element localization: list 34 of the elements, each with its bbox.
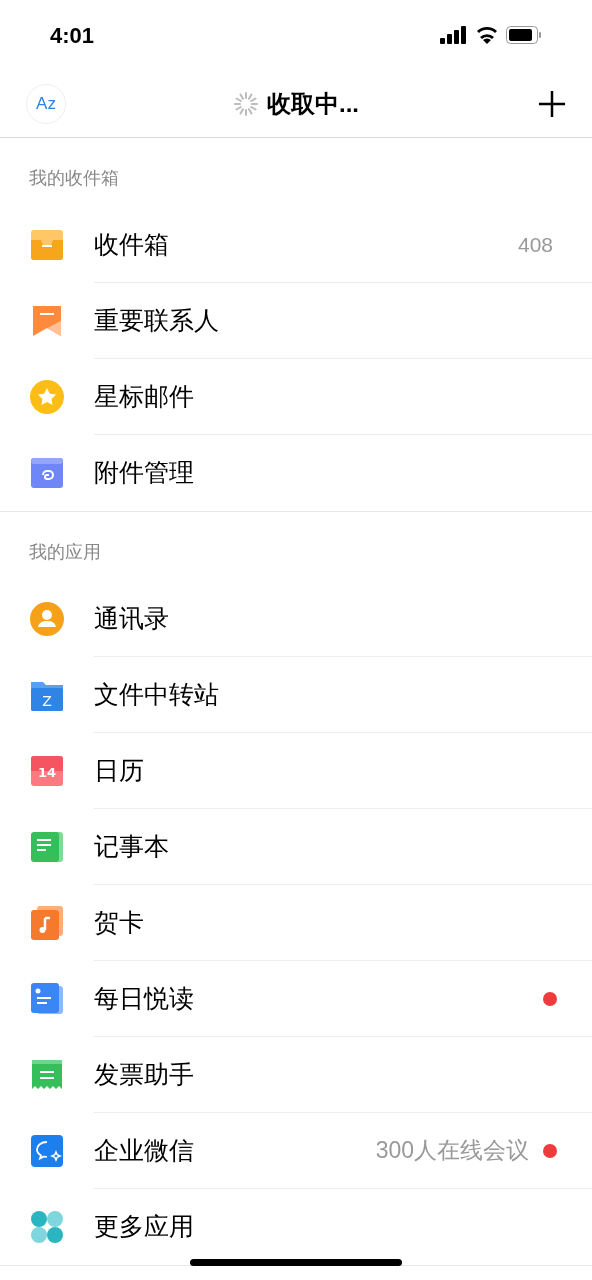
folder-letter: Z: [42, 693, 52, 709]
menu-item-label[interactable]: 星标邮件: [94, 377, 556, 416]
menu-item-label[interactable]: 更多应用: [94, 1208, 556, 1246]
menu-item-label[interactable]: 每日悦读: [94, 979, 543, 1018]
battery-icon: [506, 26, 542, 44]
nav-title: 收取中...: [267, 88, 359, 119]
item-note: 300人在线会议: [375, 1136, 529, 1166]
inbox-tray-icon: [29, 227, 65, 263]
item-count: 408: [517, 231, 553, 258]
status-time: 4:01: [50, 21, 95, 50]
menu-item-label[interactable]: 收件箱: [94, 225, 518, 264]
menu-item-label[interactable]: 企业微信: [94, 1131, 376, 1170]
section-heading: 我的应用: [29, 541, 101, 564]
document-icon: [29, 981, 65, 1017]
loading-spinner-icon: [233, 90, 259, 117]
chat-bubble-icon: [29, 1133, 65, 1169]
menu-item-label[interactable]: 记事本: [94, 827, 556, 866]
four-circles-icon: [29, 1209, 65, 1245]
menu-item-label[interactable]: 文件中转站: [94, 675, 556, 714]
menu-item-label[interactable]: 发票助手: [94, 1055, 556, 1094]
notepad-icon: [29, 829, 65, 865]
menu-item-label[interactable]: 附件管理: [94, 454, 556, 492]
section-heading: 我的收件箱: [29, 167, 119, 190]
plus-icon[interactable]: [538, 89, 566, 118]
menu-item-label[interactable]: 重要联系人: [94, 301, 556, 340]
person-icon: [29, 601, 65, 637]
signal-icon: [440, 26, 468, 44]
paperclip-icon: [29, 455, 65, 491]
calendar-day: 14: [37, 765, 57, 780]
menu-item-label[interactable]: 通讯录: [94, 599, 556, 638]
menu-item-label[interactable]: 日历: [94, 751, 556, 790]
music-note-icon: [29, 905, 65, 941]
menu-item-label[interactable]: 贺卡: [94, 903, 556, 942]
wifi-icon: [475, 26, 499, 44]
